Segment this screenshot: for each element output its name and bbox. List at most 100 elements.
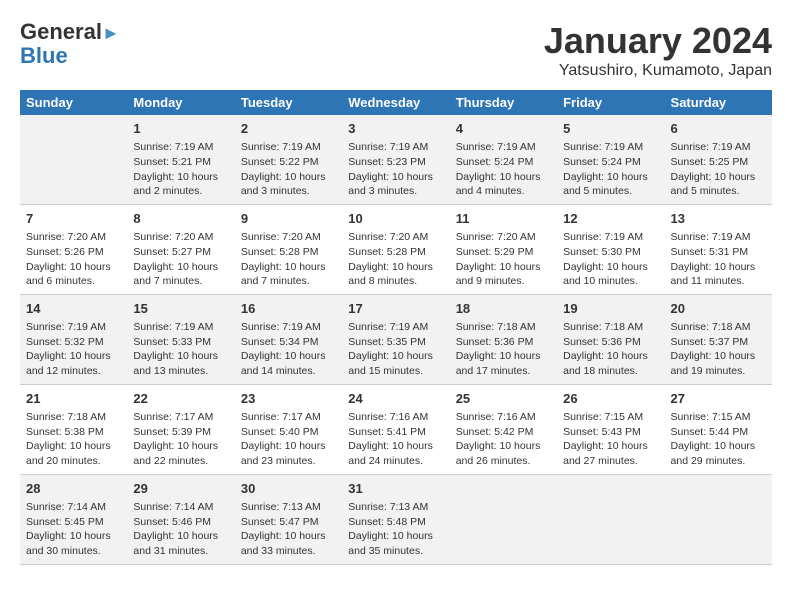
calendar-cell: 2Sunrise: 7:19 AM Sunset: 5:22 PM Daylig… <box>235 115 342 204</box>
calendar-cell: 10 Sunrise: 7:20 AM Sunset: 5:28 PM Dayli… <box>342 204 449 294</box>
day-info: Sunrise: 7:19 AM Sunset: 5:34 PM Dayligh… <box>241 320 336 379</box>
calendar-cell: 21 Sunrise: 7:18 AM Sunset: 5:38 PM Dayli… <box>20 384 127 474</box>
calendar-cell: 6Sunrise: 7:19 AM Sunset: 5:25 PM Daylig… <box>665 115 772 204</box>
day-number: 10 <box>348 210 443 228</box>
day-number: 15 <box>133 300 228 318</box>
calendar-cell: 24 Sunrise: 7:16 AM Sunset: 5:41 PM Dayli… <box>342 384 449 474</box>
day-info: Sunrise: 7:19 AM Sunset: 5:35 PM Dayligh… <box>348 320 443 379</box>
calendar-cell: 18 Sunrise: 7:18 AM Sunset: 5:36 PM Dayli… <box>450 294 557 384</box>
title-block: January 2024 Yatsushiro, Kumamoto, Japan <box>544 20 772 80</box>
day-info: Sunrise: 7:19 AM Sunset: 5:30 PM Dayligh… <box>563 230 658 289</box>
day-number: 19 <box>563 300 658 318</box>
calendar-cell: 7Sunrise: 7:20 AM Sunset: 5:26 PM Daylig… <box>20 204 127 294</box>
day-number: 4 <box>456 120 551 138</box>
day-header-tuesday: Tuesday <box>235 90 342 115</box>
day-number: 21 <box>26 390 121 408</box>
day-info: Sunrise: 7:18 AM Sunset: 5:37 PM Dayligh… <box>671 320 766 379</box>
day-info: Sunrise: 7:14 AM Sunset: 5:45 PM Dayligh… <box>26 500 121 559</box>
day-number: 14 <box>26 300 121 318</box>
calendar-cell: 14 Sunrise: 7:19 AM Sunset: 5:32 PM Dayli… <box>20 294 127 384</box>
day-header-wednesday: Wednesday <box>342 90 449 115</box>
day-info: Sunrise: 7:20 AM Sunset: 5:27 PM Dayligh… <box>133 230 228 289</box>
logo-general: General <box>20 19 102 44</box>
day-info: Sunrise: 7:19 AM Sunset: 5:23 PM Dayligh… <box>348 140 443 199</box>
calendar-table: SundayMondayTuesdayWednesdayThursdayFrid… <box>20 90 772 565</box>
day-info: Sunrise: 7:19 AM Sunset: 5:31 PM Dayligh… <box>671 230 766 289</box>
day-info: Sunrise: 7:16 AM Sunset: 5:41 PM Dayligh… <box>348 410 443 469</box>
day-number: 5 <box>563 120 658 138</box>
day-header-thursday: Thursday <box>450 90 557 115</box>
week-row-0: 1Sunrise: 7:19 AM Sunset: 5:21 PM Daylig… <box>20 115 772 204</box>
calendar-cell: 19 Sunrise: 7:18 AM Sunset: 5:36 PM Dayli… <box>557 294 664 384</box>
calendar-cell: 15 Sunrise: 7:19 AM Sunset: 5:33 PM Dayli… <box>127 294 234 384</box>
day-header-monday: Monday <box>127 90 234 115</box>
day-number: 13 <box>671 210 766 228</box>
calendar-cell: 29 Sunrise: 7:14 AM Sunset: 5:46 PM Dayli… <box>127 474 234 564</box>
calendar-cell: 11 Sunrise: 7:20 AM Sunset: 5:29 PM Dayli… <box>450 204 557 294</box>
day-number: 9 <box>241 210 336 228</box>
calendar-cell <box>20 115 127 204</box>
day-info: Sunrise: 7:19 AM Sunset: 5:25 PM Dayligh… <box>671 140 766 199</box>
day-info: Sunrise: 7:14 AM Sunset: 5:46 PM Dayligh… <box>133 500 228 559</box>
day-info: Sunrise: 7:13 AM Sunset: 5:48 PM Dayligh… <box>348 500 443 559</box>
day-number: 24 <box>348 390 443 408</box>
day-info: Sunrise: 7:19 AM Sunset: 5:24 PM Dayligh… <box>563 140 658 199</box>
day-number: 27 <box>671 390 766 408</box>
calendar-cell: 27 Sunrise: 7:15 AM Sunset: 5:44 PM Dayli… <box>665 384 772 474</box>
day-number: 30 <box>241 480 336 498</box>
day-number: 22 <box>133 390 228 408</box>
calendar-cell: 16Sunrise: 7:19 AM Sunset: 5:34 PM Dayli… <box>235 294 342 384</box>
day-header-friday: Friday <box>557 90 664 115</box>
day-number: 31 <box>348 480 443 498</box>
day-info: Sunrise: 7:18 AM Sunset: 5:36 PM Dayligh… <box>563 320 658 379</box>
logo: General► Blue <box>20 20 120 68</box>
calendar-cell: 22 Sunrise: 7:17 AM Sunset: 5:39 PM Dayli… <box>127 384 234 474</box>
day-info: Sunrise: 7:16 AM Sunset: 5:42 PM Dayligh… <box>456 410 551 469</box>
day-info: Sunrise: 7:15 AM Sunset: 5:43 PM Dayligh… <box>563 410 658 469</box>
day-info: Sunrise: 7:20 AM Sunset: 5:29 PM Dayligh… <box>456 230 551 289</box>
day-info: Sunrise: 7:15 AM Sunset: 5:44 PM Dayligh… <box>671 410 766 469</box>
day-number: 8 <box>133 210 228 228</box>
day-number: 7 <box>26 210 121 228</box>
calendar-header-row: SundayMondayTuesdayWednesdayThursdayFrid… <box>20 90 772 115</box>
day-info: Sunrise: 7:18 AM Sunset: 5:38 PM Dayligh… <box>26 410 121 469</box>
day-number: 23 <box>241 390 336 408</box>
day-info: Sunrise: 7:18 AM Sunset: 5:36 PM Dayligh… <box>456 320 551 379</box>
week-row-1: 7Sunrise: 7:20 AM Sunset: 5:26 PM Daylig… <box>20 204 772 294</box>
calendar-cell: 23Sunrise: 7:17 AM Sunset: 5:40 PM Dayli… <box>235 384 342 474</box>
calendar-cell: 4 Sunrise: 7:19 AM Sunset: 5:24 PM Daylig… <box>450 115 557 204</box>
calendar-cell: 25 Sunrise: 7:16 AM Sunset: 5:42 PM Dayli… <box>450 384 557 474</box>
day-header-saturday: Saturday <box>665 90 772 115</box>
day-info: Sunrise: 7:19 AM Sunset: 5:33 PM Dayligh… <box>133 320 228 379</box>
calendar-cell: 1Sunrise: 7:19 AM Sunset: 5:21 PM Daylig… <box>127 115 234 204</box>
calendar-cell: 30Sunrise: 7:13 AM Sunset: 5:47 PM Dayli… <box>235 474 342 564</box>
week-row-2: 14 Sunrise: 7:19 AM Sunset: 5:32 PM Dayli… <box>20 294 772 384</box>
week-row-3: 21 Sunrise: 7:18 AM Sunset: 5:38 PM Dayli… <box>20 384 772 474</box>
page-header: General► Blue January 2024 Yatsushiro, K… <box>20 20 772 80</box>
day-number: 17 <box>348 300 443 318</box>
calendar-cell <box>665 474 772 564</box>
day-number: 29 <box>133 480 228 498</box>
calendar-cell: 31 Sunrise: 7:13 AM Sunset: 5:48 PM Dayli… <box>342 474 449 564</box>
week-row-4: 28 Sunrise: 7:14 AM Sunset: 5:45 PM Dayli… <box>20 474 772 564</box>
day-number: 28 <box>26 480 121 498</box>
day-number: 11 <box>456 210 551 228</box>
calendar-cell: 5 Sunrise: 7:19 AM Sunset: 5:24 PM Daylig… <box>557 115 664 204</box>
logo-blue: Blue <box>20 43 68 68</box>
day-number: 3 <box>348 120 443 138</box>
day-info: Sunrise: 7:19 AM Sunset: 5:24 PM Dayligh… <box>456 140 551 199</box>
day-info: Sunrise: 7:19 AM Sunset: 5:22 PM Dayligh… <box>241 140 336 199</box>
day-number: 18 <box>456 300 551 318</box>
calendar-subtitle: Yatsushiro, Kumamoto, Japan <box>544 62 772 80</box>
calendar-cell: 17 Sunrise: 7:19 AM Sunset: 5:35 PM Dayli… <box>342 294 449 384</box>
day-number: 12 <box>563 210 658 228</box>
day-number: 25 <box>456 390 551 408</box>
calendar-cell: 20Sunrise: 7:18 AM Sunset: 5:37 PM Dayli… <box>665 294 772 384</box>
day-info: Sunrise: 7:20 AM Sunset: 5:28 PM Dayligh… <box>348 230 443 289</box>
calendar-cell: 12 Sunrise: 7:19 AM Sunset: 5:30 PM Dayli… <box>557 204 664 294</box>
day-header-sunday: Sunday <box>20 90 127 115</box>
day-number: 26 <box>563 390 658 408</box>
day-info: Sunrise: 7:19 AM Sunset: 5:32 PM Dayligh… <box>26 320 121 379</box>
day-info: Sunrise: 7:20 AM Sunset: 5:28 PM Dayligh… <box>241 230 336 289</box>
day-info: Sunrise: 7:17 AM Sunset: 5:39 PM Dayligh… <box>133 410 228 469</box>
